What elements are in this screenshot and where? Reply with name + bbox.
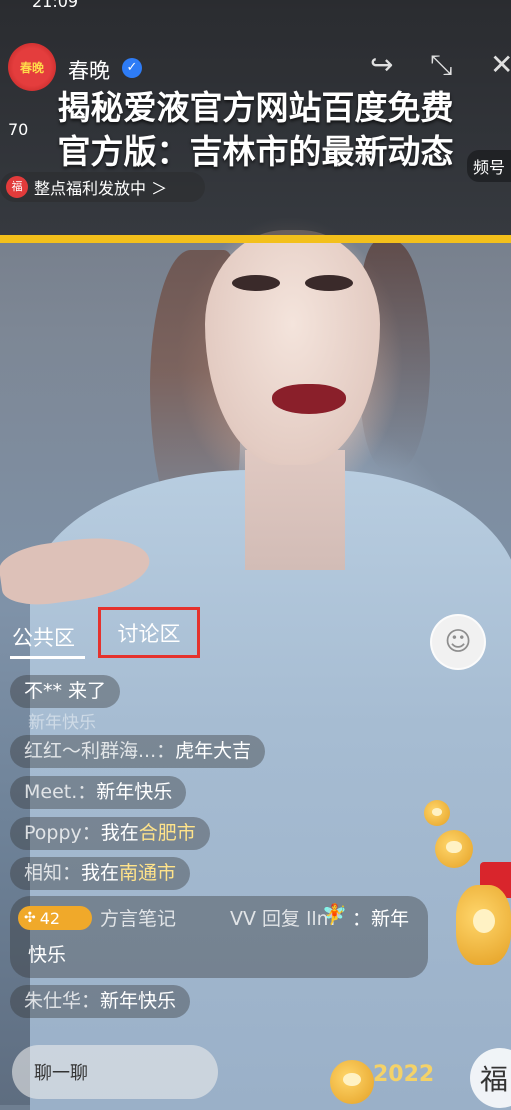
chat-message-reply: ✣ 42 方言笔记 ᐯᐯ 回复 llm 🧚 ：新年 快乐	[10, 896, 428, 978]
user-avatar[interactable]: ☺	[430, 614, 486, 670]
headline-line-2: 官方版：吉林市的最新动态	[57, 132, 454, 171]
share-icon[interactable]: ↪	[370, 48, 393, 81]
video-figure-neck	[245, 450, 345, 570]
chat-input[interactable]: 聊一聊	[12, 1045, 218, 1099]
tab-active-indicator	[10, 656, 85, 659]
chat-message: Meet.：新年快乐	[10, 776, 187, 809]
chat-message: 不** 来了	[10, 675, 121, 708]
fairy-icon: 🧚	[322, 902, 347, 926]
tiger-mascot[interactable]	[456, 885, 511, 965]
chat-message: 相知：我在南通市	[10, 857, 191, 890]
chat-username: 方言笔记	[100, 908, 177, 930]
fan-level-badge: ✣ 42	[18, 906, 92, 930]
chat-message: Poppy：我在合肥市	[10, 817, 210, 850]
video-figure-eye	[232, 275, 280, 291]
video-figure-face	[205, 230, 380, 465]
year-badge: 2022	[373, 1062, 435, 1087]
close-icon[interactable]: ✕	[490, 48, 511, 81]
star-icon: ✣	[24, 910, 36, 926]
host-name[interactable]: 春晚	[68, 55, 110, 85]
chat-message: 红红～利群海...：虎年大吉	[10, 735, 266, 768]
chat-text: 快乐	[28, 944, 67, 966]
host-avatar[interactable]: 春晚	[8, 43, 56, 91]
headline: 揭秘爱液官方网站百度免费 官方版：吉林市的最新动态	[0, 86, 511, 174]
headline-divider	[0, 235, 511, 243]
chat-text: ：新年	[352, 908, 410, 930]
video-figure-eye	[305, 275, 353, 291]
tiger-sticker	[424, 800, 450, 826]
gift-icon: 福	[6, 176, 28, 198]
chat-message-faded: 新年快乐	[28, 713, 96, 733]
headline-line-1: 揭秘爱液官方网站百度免费	[57, 88, 454, 127]
tab-public[interactable]: 公共区	[12, 622, 75, 652]
chat-message: 朱仕华：新年快乐	[10, 985, 191, 1018]
status-time: 21:09	[32, 0, 79, 11]
shrink-icon[interactable]: ⤡	[430, 48, 452, 82]
tiger-sticker	[435, 830, 473, 868]
video-figure-lips	[272, 384, 346, 414]
reply-label: ᐯᐯ 回复 llm	[230, 908, 336, 930]
welfare-banner[interactable]: 福 整点福利发放中 ＞	[0, 172, 205, 202]
tab-discussion[interactable]: 讨论区	[98, 607, 200, 658]
tiger-sticker	[330, 1060, 374, 1104]
welfare-text: 整点福利发放中 ＞	[34, 179, 168, 198]
check-icon: ✓	[122, 58, 142, 78]
